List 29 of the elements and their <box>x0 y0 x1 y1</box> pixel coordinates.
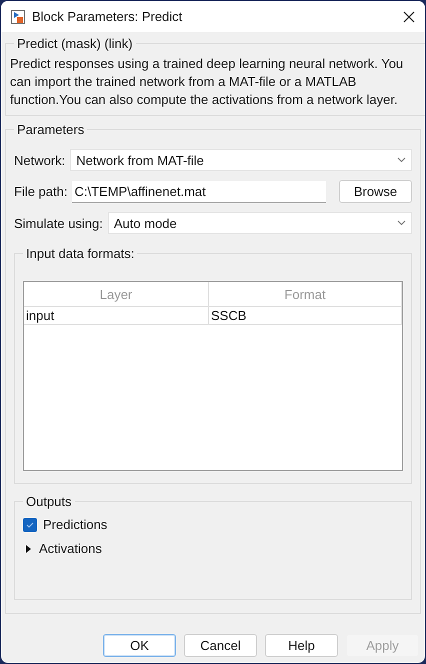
expander-label[interactable]: Activations <box>39 541 102 556</box>
group-title: Input data formats: <box>25 246 136 261</box>
description-text: Predict responses using a trained deep learning neural network. You can import the trained network from a MAT-file or a MATLAB function.You can also compute the activations from a network layer. <box>10 55 404 109</box>
simulate-dropdown[interactable]: Auto mode <box>108 212 412 234</box>
checkbox[interactable] <box>23 518 37 532</box>
group-title: Predict (mask) (link) <box>16 36 134 51</box>
column-header: Format <box>209 282 402 307</box>
field-label: Network: <box>14 152 66 168</box>
network-dropdown[interactable]: Network from MAT-file <box>70 149 412 171</box>
table-cell[interactable]: input <box>24 307 209 325</box>
chevron-down-icon <box>397 157 406 163</box>
chevron-down-icon <box>397 220 406 226</box>
dialog-button[interactable]: OK <box>103 634 176 657</box>
dialog-button[interactable]: Cancel <box>184 634 257 657</box>
caret-right-icon[interactable] <box>23 544 33 554</box>
field-label: Simulate using: <box>14 216 103 230</box>
close-icon[interactable] <box>403 10 415 22</box>
checkbox-label: Predictions <box>43 517 108 532</box>
dialog-button[interactable]: Help <box>265 634 338 657</box>
group-title: Parameters <box>16 122 86 137</box>
window-title: Block Parameters: Predict <box>32 9 184 24</box>
table-cell[interactable]: SSCB <box>209 307 402 325</box>
browse-button[interactable]: Browse <box>339 180 412 203</box>
block-icon <box>11 10 25 24</box>
field-label: File path: <box>14 184 68 199</box>
file-path-field[interactable]: C:\TEMP\affinenet.mat <box>72 180 326 202</box>
group-title: Outputs <box>25 494 73 509</box>
checkmark-icon <box>26 520 34 528</box>
column-header: Layer <box>24 282 209 307</box>
